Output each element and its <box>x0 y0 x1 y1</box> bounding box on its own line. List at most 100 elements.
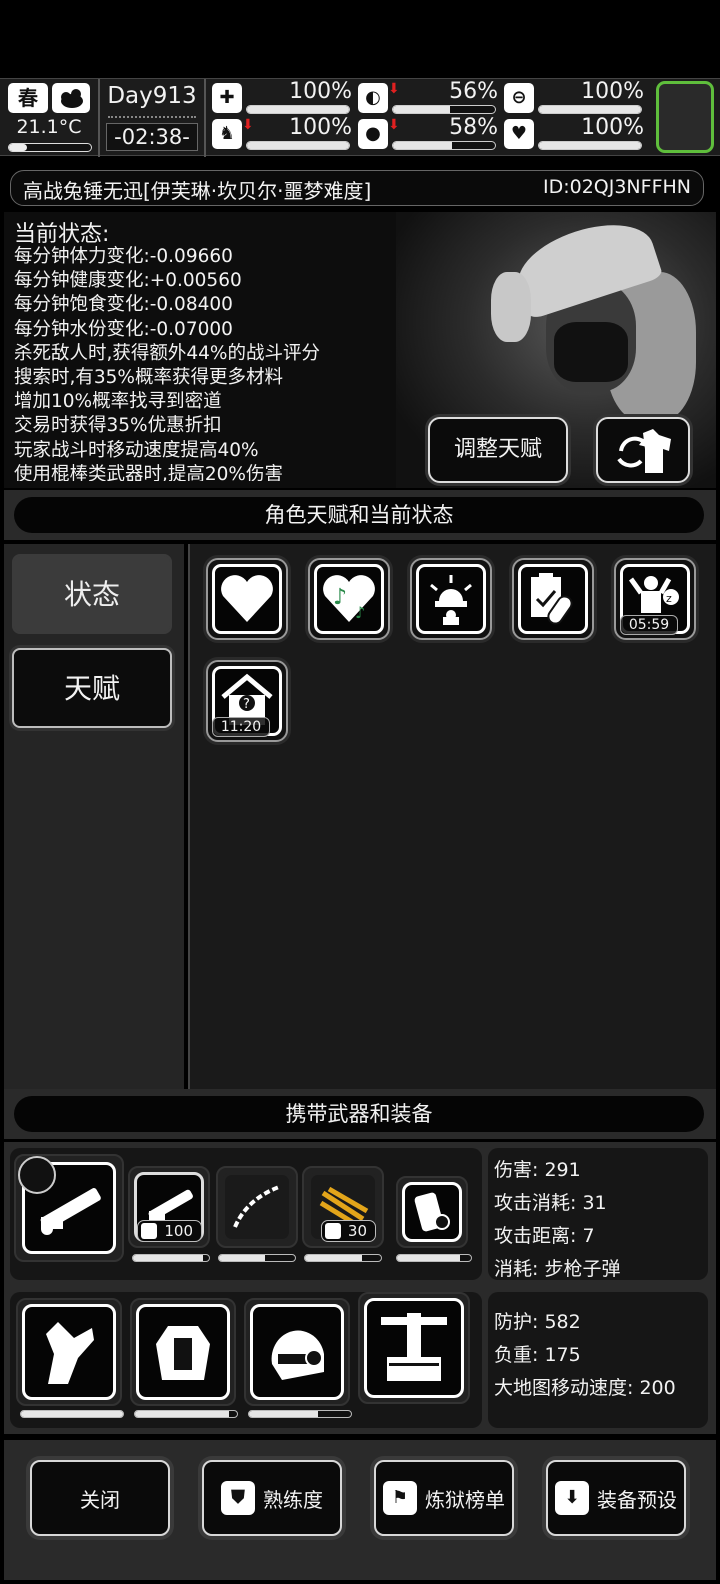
season-badge: 春 <box>8 83 48 113</box>
durability-bar <box>134 1410 238 1418</box>
canister-icon <box>414 1192 450 1232</box>
svg-text:?: ? <box>243 697 250 712</box>
temperature-bar <box>8 143 92 152</box>
water-drop-icon: ● <box>358 119 388 149</box>
bottom-action-bar: 关闭 ⛊ 熟练度 ⚑ 炼狱榜单 ⬇ 装备预设 <box>4 1440 716 1580</box>
weapon-slot[interactable]: 100 <box>128 1166 210 1248</box>
status-tile[interactable]: ? 11:20 <box>206 660 288 742</box>
status-line: 每分钟健康变化:+0.00560 <box>14 270 242 292</box>
character-id: ID:02QJ3NFFHN <box>542 176 691 198</box>
status-tile[interactable] <box>410 558 492 640</box>
close-button-label: 关闭 <box>80 1487 120 1512</box>
alarm-icon <box>430 575 472 625</box>
gauntlet-icon <box>46 1322 94 1384</box>
chain-icon <box>233 1185 280 1228</box>
armor-slots <box>10 1292 482 1428</box>
durability-bar <box>218 1254 296 1262</box>
status-line: 交易时获得35%优惠折扣 <box>14 415 222 437</box>
weapon-slot-primary[interactable] <box>14 1154 124 1262</box>
leaderboard-button-label: 炼狱榜单 <box>425 1487 505 1512</box>
status-tile-grid: ♪ ♪ z 05:59 ? 11:20 <box>188 544 716 1089</box>
stat-health: ✚ 100% <box>212 79 352 115</box>
status-tile[interactable] <box>512 558 594 640</box>
equip-preset-icon: ⬇ <box>555 1481 589 1515</box>
weapon-stats: 伤害: 291 攻击消耗: 31 攻击距离: 7 消耗: 步枪子弹 <box>488 1148 708 1280</box>
svg-text:♪: ♪ <box>333 585 347 610</box>
carry-weight-stat: 负重: 175 <box>494 1344 581 1366</box>
leg-icon: ♞ <box>212 119 242 149</box>
proficiency-icon: ⛊ <box>221 1481 255 1515</box>
music-heart-icon: ♪♪ <box>323 575 375 622</box>
status-panel: 当前状态: 每分钟体力变化:-0.09660 每分钟健康变化:+0.00560 … <box>4 212 716 488</box>
durability-bar <box>248 1410 352 1418</box>
character-name: 高战兔锤无迅[伊芙琳·坎贝尔·噩梦难度] <box>23 179 372 203</box>
quick-slot-button[interactable] <box>656 81 714 153</box>
decline-arrow-icon: ⬇ <box>388 117 400 133</box>
helmet-icon <box>271 1330 324 1380</box>
status-tile[interactable] <box>206 558 288 640</box>
equipment-area: 100 30 伤害: 291 攻击消耗: 31 攻击距离: 7 消耗: 步枪子弹 <box>4 1142 716 1434</box>
stat-stamina: ⊖ 100% <box>504 79 644 115</box>
status-tile[interactable]: z 05:59 <box>614 558 696 640</box>
status-title: 当前状态: <box>14 222 110 247</box>
leaderboard-button[interactable]: ⚑ 炼狱榜单 <box>374 1460 514 1536</box>
weapon-slot[interactable] <box>216 1166 298 1248</box>
stomach-icon: ◐ <box>358 83 388 113</box>
change-outfit-button[interactable] <box>596 417 690 483</box>
status-tile[interactable]: ♪ ♪ <box>308 558 390 640</box>
map-speed-stat: 大地图移动速度: 200 <box>494 1377 676 1399</box>
game-clock: -02:38- <box>106 123 198 151</box>
defense-stat: 防护: 582 <box>494 1311 581 1333</box>
outfit-swap-icon <box>617 429 671 473</box>
medkit-icon: ✚ <box>212 83 242 113</box>
equip-preset-button-label: 装备预设 <box>597 1487 677 1512</box>
pill-icon: ⊖ <box>504 83 534 113</box>
damage-stat: 伤害: 291 <box>494 1159 581 1181</box>
heart-icon: ♥ <box>504 119 534 149</box>
temperature-value: 21.1°C <box>16 116 82 138</box>
status-line: 增加10%概率找寻到密道 <box>14 391 222 413</box>
decline-arrow-icon: ⬇ <box>242 117 254 133</box>
proficiency-button[interactable]: ⛊ 熟练度 <box>202 1460 342 1536</box>
armor-slot-head[interactable] <box>244 1298 350 1406</box>
decline-arrow-icon: ⬇ <box>388 81 400 97</box>
ammo-count: 100 <box>137 1220 202 1242</box>
status-line: 玩家战斗时移动速度提高40% <box>14 439 259 461</box>
talent-tabs: 状态 天赋 <box>4 544 184 1089</box>
tab-status[interactable]: 状态 <box>12 554 172 634</box>
top-status-bar: 春 21.1°C Day913 -02:38- ✚ 100% ◐ ⬇ 56% ⊖… <box>0 78 720 157</box>
close-button[interactable]: 关闭 <box>30 1460 170 1536</box>
weapon-slot[interactable] <box>396 1176 468 1248</box>
equip-preset-button[interactable]: ⬇ 装备预设 <box>546 1460 686 1536</box>
svg-text:♪: ♪ <box>355 603 365 622</box>
talent-section-header: 角色天赋和当前状态 <box>4 490 716 540</box>
weapon-slot[interactable]: 30 <box>302 1166 384 1248</box>
armor-slot-body[interactable] <box>130 1298 236 1406</box>
status-line: 每分钟饱食变化:-0.08400 <box>14 294 233 316</box>
proficiency-button-label: 熟练度 <box>263 1487 323 1512</box>
durability-bar <box>132 1254 210 1262</box>
status-effects-list: 每分钟体力变化:-0.09660 每分钟健康变化:+0.00560 每分钟饱食变… <box>14 245 434 481</box>
armor-slot-pack[interactable] <box>358 1292 470 1404</box>
spray-icon <box>18 1156 56 1194</box>
adjust-talent-button[interactable]: 调整天赋 <box>428 417 568 483</box>
tile-timer: 11:20 <box>212 717 270 737</box>
armor-slot-gloves[interactable] <box>16 1298 122 1406</box>
status-line: 搜索时,有35%概率获得更多材料 <box>14 367 284 389</box>
stat-hunger: ◐ ⬇ 56% <box>358 79 498 115</box>
day-counter: Day913 <box>107 83 197 109</box>
backpack-frame-icon <box>381 1313 447 1381</box>
weather-icon <box>52 83 90 113</box>
status-line: 使用棍棒类武器时,提高20%伤害 <box>14 463 284 481</box>
status-line: 每分钟水份变化:-0.07000 <box>14 318 233 340</box>
status-line: 每分钟体力变化:-0.09660 <box>14 246 233 267</box>
stat-mood: ♥ 100% <box>504 115 644 151</box>
svg-text:z: z <box>666 592 672 605</box>
tab-talent[interactable]: 天赋 <box>12 648 172 728</box>
attack-range-stat: 攻击距离: 7 <box>494 1225 595 1247</box>
temperature-bar-fill <box>9 144 28 151</box>
heart-icon <box>221 575 273 622</box>
durability-bar <box>396 1254 472 1262</box>
ammo-count: 30 <box>320 1220 376 1242</box>
character-name-bar: 高战兔锤无迅[伊芙琳·坎贝尔·噩梦难度] ID:02QJ3NFFHN <box>10 170 704 206</box>
